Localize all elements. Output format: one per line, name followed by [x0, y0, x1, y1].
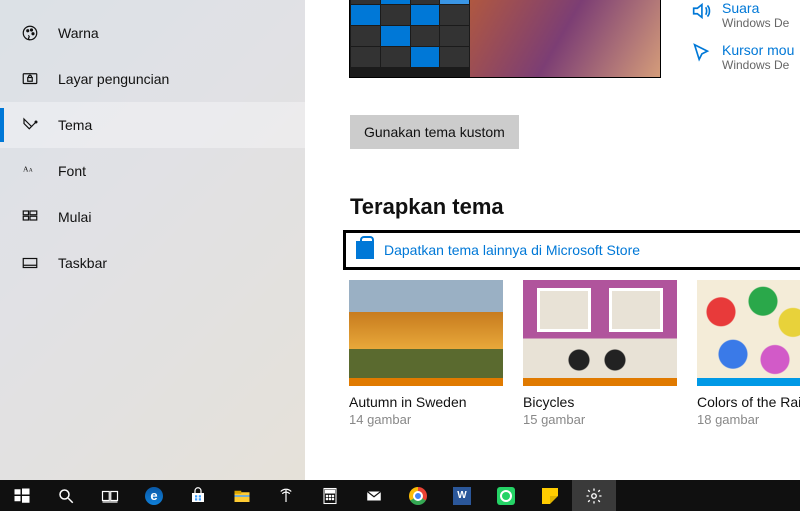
store-icon[interactable] [176, 480, 220, 511]
use-custom-theme-button[interactable]: Gunakan tema kustom [350, 115, 519, 149]
chrome-icon[interactable] [396, 480, 440, 511]
edge-icon[interactable] [132, 480, 176, 511]
lock-screen-icon [20, 70, 40, 88]
file-explorer-icon[interactable] [220, 480, 264, 511]
palette-icon [20, 24, 40, 42]
sidebar-item-label: Layar penguncian [58, 71, 169, 87]
store-icon [356, 241, 374, 259]
theme-title: Colors of the Rain [697, 394, 800, 410]
word-icon[interactable]: W [440, 480, 484, 511]
theme-card-colors-rain[interactable]: Colors of the Rain 18 gambar [697, 280, 800, 427]
sidebar-item-layar-penguncian[interactable]: Layar penguncian [0, 56, 305, 102]
font-icon: AA [20, 164, 40, 178]
theme-title: Bicycles [523, 394, 677, 410]
themes-icon [20, 116, 40, 134]
svg-text:A: A [29, 168, 33, 174]
sidebar-item-taskbar[interactable]: Taskbar [0, 240, 305, 286]
whatsapp-icon[interactable] [484, 480, 528, 511]
calculator-icon[interactable] [308, 480, 352, 511]
cursor-icon [690, 42, 712, 64]
theme-sub: 18 gambar [697, 412, 800, 427]
current-theme-preview[interactable]: Aa [349, 0, 661, 78]
speaker-icon [690, 0, 712, 22]
theme-thumbnail [697, 280, 800, 386]
theme-sub: 15 gambar [523, 412, 677, 427]
related-kursor[interactable]: Kursor mou Windows De [690, 42, 800, 72]
task-view-button[interactable] [88, 480, 132, 511]
related-suara[interactable]: Suara Windows De [690, 0, 800, 30]
sidebar-item-label: Warna [58, 25, 99, 41]
wifi-app-icon[interactable] [264, 480, 308, 511]
sidebar-item-mulai[interactable]: Mulai [0, 194, 305, 240]
sidebar-item-label: Font [58, 163, 86, 179]
theme-thumbnail [523, 280, 677, 386]
related-settings: Suara Windows De Kursor mou Windows De [690, 0, 800, 84]
sidebar-item-font[interactable]: AA Font [0, 148, 305, 194]
sidebar-item-tema[interactable]: Tema [0, 102, 305, 148]
sidebar-item-label: Tema [58, 117, 92, 133]
taskbar: W [0, 480, 800, 511]
related-sub: Windows De [722, 16, 789, 30]
related-sub: Windows De [722, 58, 794, 72]
related-title: Suara [722, 0, 789, 16]
related-title: Kursor mou [722, 42, 794, 58]
sticky-notes-icon[interactable] [528, 480, 572, 511]
svg-text:A: A [23, 165, 29, 174]
settings-sidebar: Warna Layar penguncian Tema AA Font Mula… [0, 0, 305, 480]
search-button[interactable] [44, 480, 88, 511]
start-icon [20, 208, 40, 226]
theme-thumbnail [349, 280, 503, 386]
sidebar-item-label: Taskbar [58, 255, 107, 271]
mail-icon[interactable] [352, 480, 396, 511]
get-more-themes-link[interactable]: Dapatkan tema lainnya di Microsoft Store [384, 242, 640, 258]
sidebar-item-label: Mulai [58, 209, 91, 225]
settings-icon[interactable] [572, 480, 616, 511]
theme-card-autumn[interactable]: Autumn in Sweden 14 gambar [349, 280, 503, 427]
apply-theme-heading: Terapkan tema [350, 194, 504, 220]
theme-sub: 14 gambar [349, 412, 503, 427]
sidebar-item-warna[interactable]: Warna [0, 10, 305, 56]
theme-title: Autumn in Sweden [349, 394, 503, 410]
theme-card-bicycles[interactable]: Bicycles 15 gambar [523, 280, 677, 427]
main-content: Aa Suara Windows De Kursor mou Windows D… [305, 0, 800, 480]
taskbar-icon [20, 254, 40, 272]
store-link-highlight[interactable]: Dapatkan tema lainnya di Microsoft Store [343, 230, 800, 270]
start-button[interactable] [0, 480, 44, 511]
